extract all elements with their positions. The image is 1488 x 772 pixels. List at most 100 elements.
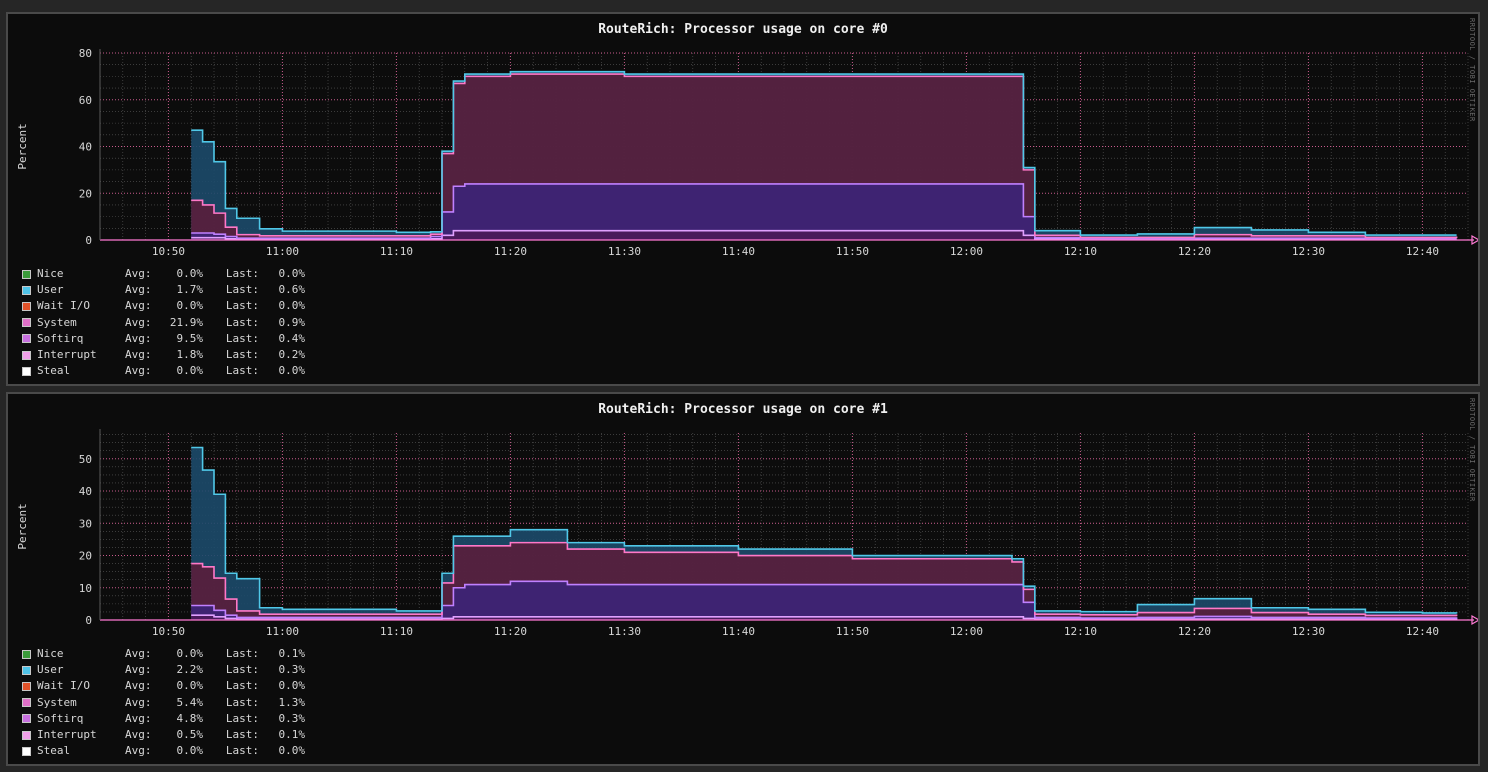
legend-last-value: 0.0% [278, 267, 306, 280]
legend-avg-label: Avg: [125, 283, 152, 297]
legend-avg-label: Avg: [125, 663, 152, 677]
legend-avg-label: Avg: [125, 267, 152, 280]
legend-avg-value: 0.0% [176, 679, 204, 693]
y-tick-label: 80 [79, 47, 92, 60]
x-tick-label: 12:10 [1064, 625, 1097, 638]
x-tick-label: 11:00 [266, 245, 299, 258]
legend-item: Interrupt Avg: 0.5% Last: 0.1% [22, 727, 305, 743]
legend-avg-value: 0.5% [176, 727, 204, 741]
x-tick-label: 11:30 [608, 245, 641, 258]
y-tick-label: 20 [79, 550, 92, 563]
chart-panel-core-0: RouteRich: Processor usage on core #0 RR… [6, 12, 1480, 386]
x-tick-label: 11:30 [608, 625, 641, 638]
legend-last-value: 0.6% [278, 283, 306, 297]
x-tick-label: 11:10 [380, 625, 413, 638]
x-tick-label: 10:50 [152, 625, 185, 638]
y-tick-label: 50 [79, 453, 92, 466]
legend-name: Steal [37, 364, 71, 378]
legend-item: System Avg: 5.4% Last: 1.3% [22, 695, 305, 711]
chart-panel-core-1: RouteRich: Processor usage on core #1 RR… [6, 392, 1480, 766]
legend-item: User Avg: 2.2% Last: 0.3% [22, 662, 305, 678]
legend-last-label: Last: [225, 267, 259, 280]
legend-item: Wait I/O Avg: 0.0% Last: 0.0% [22, 678, 305, 694]
x-tick-label: 12:20 [1178, 625, 1211, 638]
legend-name: Wait I/O [37, 299, 90, 313]
legend-last-label: Last: [225, 299, 259, 313]
x-tick-label: 12:20 [1178, 245, 1211, 258]
x-tick-label: 12:00 [950, 625, 983, 638]
legend-avg-value: 5.4% [176, 695, 204, 709]
x-tick-label: 11:20 [494, 625, 527, 638]
x-tick-label: 11:20 [494, 245, 527, 258]
legend-item: System Avg: 21.9% Last: 0.9% [22, 315, 305, 331]
legend-last-label: Last: [225, 315, 259, 329]
legend-item: Softirq Avg: 4.8% Last: 0.3% [22, 711, 305, 727]
legend-avg-label: Avg: [125, 364, 152, 378]
legend-avg-label: Avg: [125, 315, 152, 329]
legend-last-value: 0.0% [278, 744, 306, 758]
legend-last-value: 0.9% [278, 315, 306, 329]
legend-avg-value: 0.0% [176, 647, 204, 660]
legend-item: Wait I/O Avg: 0.0% Last: 0.0% [22, 298, 305, 314]
legend-item: User Avg: 1.7% Last: 0.6% [22, 282, 305, 298]
legend-swatch [22, 681, 31, 691]
legend-item: Softirq Avg: 9.5% Last: 0.4% [22, 331, 305, 347]
legend-name: Interrupt [37, 727, 97, 741]
legend-swatch [22, 698, 31, 708]
legend-last-value: 0.1% [278, 727, 306, 741]
legend-swatch [22, 665, 31, 675]
legend-core-1: Nice Avg: 0.0% Last: 0.1% User Avg: 2.2% Last: 0.… [22, 646, 305, 759]
legend-avg-label: Avg: [125, 727, 152, 741]
legend-last-value: 0.3% [278, 711, 306, 725]
x-tick-label: 12:40 [1406, 245, 1439, 258]
legend-last-label: Last: [225, 364, 259, 378]
legend-avg-value: 4.8% [176, 711, 204, 725]
x-tick-label: 11:50 [836, 625, 869, 638]
legend-swatch [22, 366, 31, 376]
y-axis-label: Percent [16, 123, 29, 169]
legend-last-label: Last: [225, 647, 259, 660]
y-tick-label: 10 [79, 582, 92, 595]
legend-name: Wait I/O [37, 679, 90, 693]
legend-item: Steal Avg: 0.0% Last: 0.0% [22, 743, 305, 759]
legend-swatch [22, 746, 31, 756]
legend-name: System [37, 695, 77, 709]
legend-last-value: 0.1% [278, 647, 306, 660]
legend-name: User [37, 283, 64, 297]
legend-avg-value: 2.2% [176, 663, 204, 677]
legend-item: Nice Avg: 0.0% Last: 0.1% [22, 646, 305, 662]
areas [191, 446, 1458, 620]
legend-avg-label: Avg: [125, 744, 152, 758]
x-tick-label: 12:40 [1406, 625, 1439, 638]
y-tick-label: 30 [79, 517, 92, 530]
legend-last-value: 0.4% [278, 331, 306, 345]
legend-last-value: 0.0% [278, 364, 306, 378]
legend-avg-value: 9.5% [176, 331, 204, 345]
legend-avg-label: Avg: [125, 711, 152, 725]
legend-last-value: 0.0% [278, 299, 306, 313]
legend-swatch [22, 285, 31, 295]
legend-last-label: Last: [225, 347, 259, 361]
legend-last-label: Last: [225, 744, 259, 758]
legend-last-value: 0.0% [278, 679, 306, 693]
legend-name: Nice [37, 647, 64, 660]
x-tick-label: 12:30 [1292, 625, 1325, 638]
legend-name: Nice [37, 267, 64, 280]
legend-name: Softirq [37, 711, 84, 725]
x-tick-label: 12:00 [950, 245, 983, 258]
legend-core-0: Nice Avg: 0.0% Last: 0.0% User Avg: 1.7% Last: 0.… [22, 266, 305, 379]
x-tick-label: 12:30 [1292, 245, 1325, 258]
y-tick-label: 0 [85, 234, 92, 247]
legend-swatch [22, 730, 31, 740]
y-tick-label: 60 [79, 94, 92, 107]
legend-avg-value: 0.0% [176, 744, 204, 758]
legend-last-label: Last: [225, 663, 259, 677]
legend-item: Nice Avg: 0.0% Last: 0.0% [22, 266, 305, 282]
y-tick-label: 40 [79, 485, 92, 498]
x-tick-label: 11:40 [722, 245, 755, 258]
y-tick-label: 40 [79, 141, 92, 154]
legend-last-label: Last: [225, 711, 259, 725]
x-tick-label: 11:10 [380, 245, 413, 258]
legend-last-label: Last: [225, 283, 259, 297]
legend-name: User [37, 663, 64, 677]
